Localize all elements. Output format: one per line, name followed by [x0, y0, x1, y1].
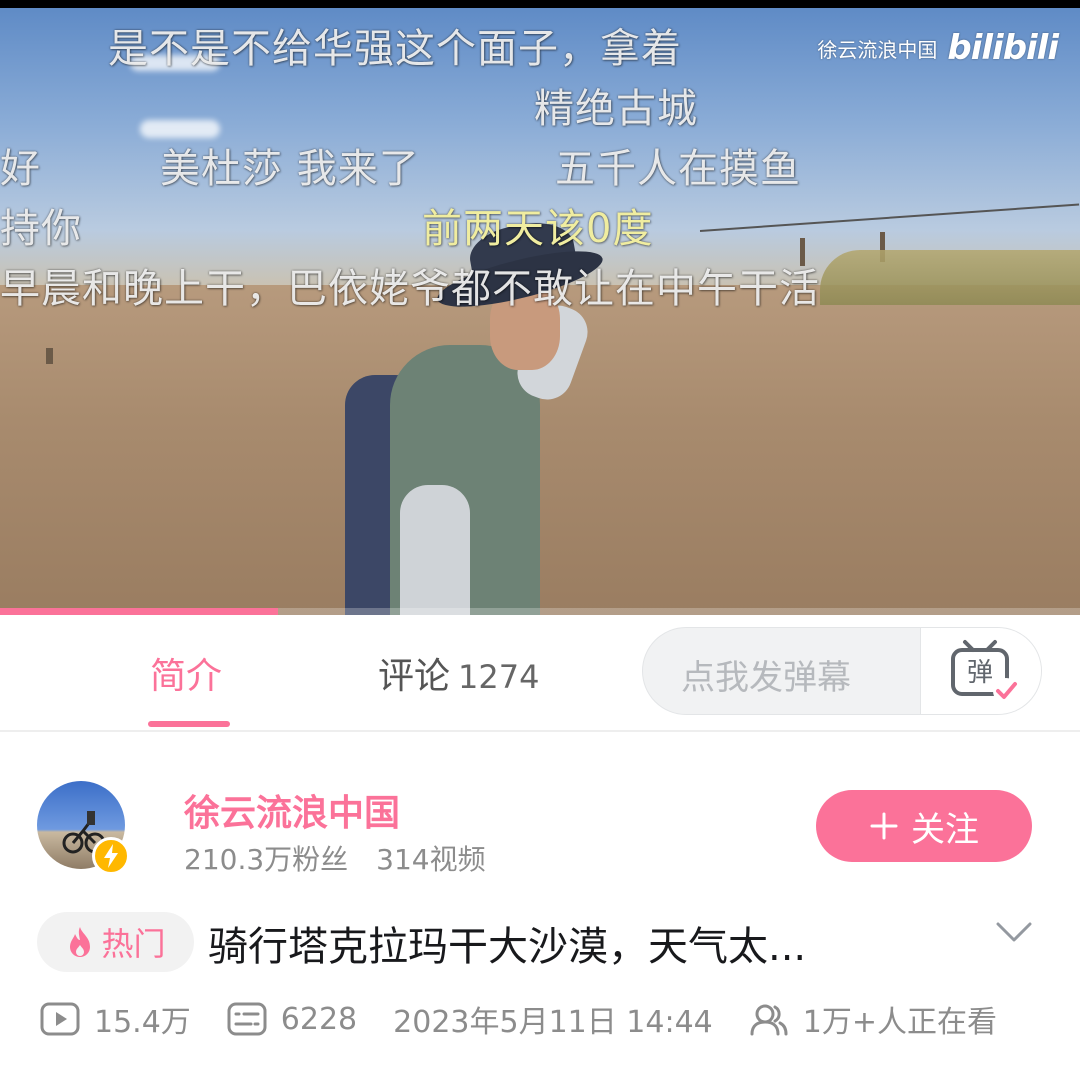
tab-active-indicator — [148, 721, 230, 727]
danmaku-count: 6228 — [227, 1002, 357, 1037]
hot-tag-label: 热门 — [101, 925, 166, 963]
tab-intro-label: 简介 — [150, 656, 223, 697]
comment-count: 1274 — [458, 658, 540, 696]
view-count-value: 15.4万 — [94, 1005, 191, 1040]
play-icon — [40, 1002, 80, 1036]
desert-shrubs — [820, 250, 1080, 305]
danmaku-comment: 前两天该0度 — [422, 206, 654, 252]
chevron-down-icon — [996, 922, 1032, 942]
watching-count: 1万+人正在看 — [749, 997, 997, 1041]
people-icon — [750, 1004, 788, 1036]
video-title[interactable]: 骑行塔克拉玛干大沙漠，天气太... — [208, 914, 806, 972]
marker-post — [46, 348, 53, 364]
danmaku-comment: 精绝古城 — [534, 86, 698, 132]
danmaku-list-icon — [227, 1002, 267, 1036]
progress-fill — [0, 608, 278, 615]
danmaku-comment: 好 — [0, 146, 41, 192]
danmaku-comment: 持你 — [0, 206, 82, 252]
plus-icon — [870, 812, 898, 840]
watermark-channel: 徐云流浪中国 — [817, 37, 938, 62]
danmaku-toggle-icon: 弹 — [951, 640, 1019, 704]
video-meta: 15.4万 6228 2023年5月11日 14:44 1万+人正在看 — [40, 996, 997, 1042]
tab-intro[interactable]: 简介 — [150, 647, 222, 699]
publish-date-value: 2023年5月11日 14:44 — [393, 1005, 713, 1040]
tab-bar: 简介 评论 1274 点我发弹幕 弹 — [0, 615, 1080, 732]
flame-icon — [70, 927, 91, 957]
uploader-stats: 210.3万粉丝 314视频 — [184, 838, 486, 878]
danmaku-input-placeholder: 点我发弹幕 — [681, 658, 851, 698]
danmaku-input[interactable]: 点我发弹幕 弹 — [642, 627, 1042, 715]
danmaku-toggle-button[interactable]: 弹 — [920, 628, 1041, 714]
danmaku-comment: 美杜莎 我来了 — [160, 146, 420, 192]
tab-comments-label: 评论 — [378, 656, 451, 697]
danmaku-count-value: 6228 — [280, 1001, 358, 1037]
watching-count-value: 1万+人正在看 — [802, 1005, 997, 1040]
bilibili-logo: bilibili — [947, 28, 1059, 68]
danmaku-comment: 是不是不给华强这个面子，拿着 — [108, 26, 682, 72]
tab-comments[interactable]: 评论 1274 — [378, 647, 539, 699]
video-player[interactable]: 是不是不给华强这个面子，拿着 精绝古城 好 美杜莎 我来了 五千人在摸鱼 持你 … — [0, 0, 1080, 615]
hot-tag[interactable]: 热门 — [37, 912, 194, 972]
progress-bar[interactable] — [0, 608, 1080, 615]
follow-label: 关注 — [911, 809, 979, 850]
watermark: 徐云流浪中国 bilibili — [817, 28, 1059, 68]
fans-count: 210.3万粉丝 — [184, 843, 349, 876]
lightning-icon — [92, 837, 130, 875]
video-count: 314视频 — [376, 843, 486, 876]
uploader-name[interactable]: 徐云流浪中国 — [184, 784, 400, 836]
danmaku-comment: 五千人在摸鱼 — [555, 146, 801, 192]
fence — [699, 203, 1080, 232]
publish-date: 2023年5月11日 14:44 — [393, 997, 713, 1041]
follow-button[interactable]: 关注 — [816, 790, 1032, 862]
svg-text:弹: 弹 — [967, 658, 993, 688]
danmaku-comment: 早晨和晚上干，巴依姥爷都不敢让在中午干活 — [0, 266, 820, 312]
expand-button[interactable] — [994, 912, 1034, 952]
view-count: 15.4万 — [40, 997, 191, 1041]
